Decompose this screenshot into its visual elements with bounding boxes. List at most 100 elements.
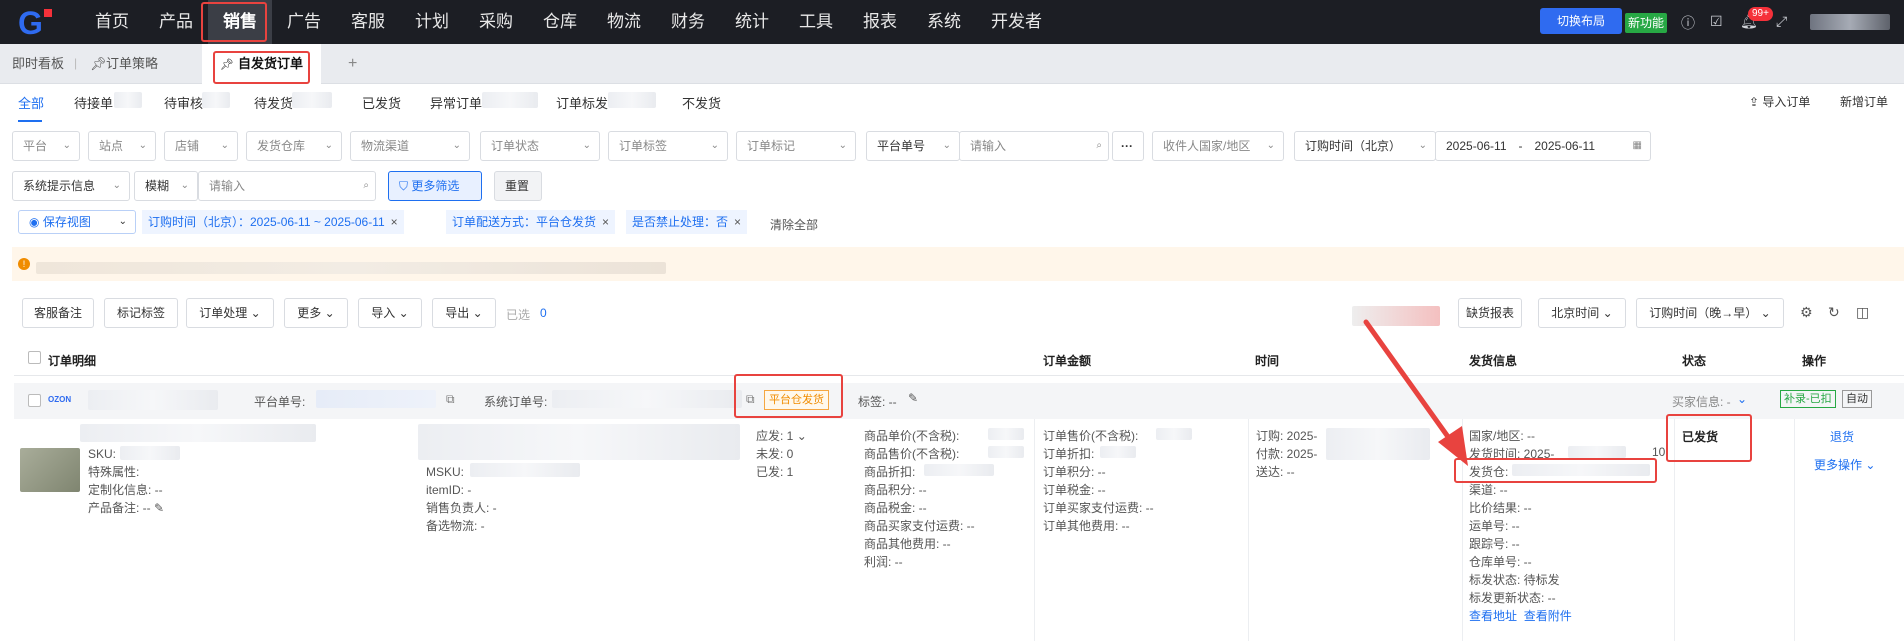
add-tab-button[interactable]: +: [348, 44, 357, 84]
reset-button[interactable]: 重置: [494, 171, 542, 201]
chevron-down-icon[interactable]: ⌄: [797, 429, 807, 443]
fuzzy-search-input[interactable]: 请输入 ⌕: [198, 171, 376, 201]
chip-forbidden[interactable]: 是否禁止处理：否 ×: [626, 210, 748, 234]
export-button[interactable]: 导出 ⌄: [432, 298, 496, 328]
refresh-icon[interactable]: ↻: [1828, 304, 1840, 321]
more-dots-icon[interactable]: ···: [1112, 131, 1144, 161]
mark-update-status: 标发更新状态: --: [1469, 591, 1556, 605]
mark-tag-button[interactable]: 标记标签: [104, 298, 178, 328]
product-image[interactable]: [20, 448, 80, 492]
app-logo[interactable]: G: [18, 6, 62, 38]
filter-receiver-country[interactable]: 收件人国家/地区 ⌄: [1152, 131, 1284, 161]
more-filter-button[interactable]: ⛉ 更多筛选: [388, 171, 482, 201]
save-view-label: 保存视图: [42, 215, 91, 229]
close-icon[interactable]: ×: [391, 215, 398, 229]
fullscreen-icon[interactable]: ⤢: [1776, 13, 1787, 30]
date-range-picker[interactable]: 2025-06-11-2025-06-11 ▦: [1435, 131, 1651, 161]
new-feature-button[interactable]: 新功能: [1625, 13, 1667, 33]
new-order-link[interactable]: 新增订单: [1840, 93, 1888, 110]
close-icon[interactable]: ×: [602, 215, 609, 229]
chevron-down-icon: ⌄: [452, 140, 461, 151]
sales-owner: 销售负责人: -: [426, 501, 497, 515]
task-icon[interactable]: ☑: [1710, 13, 1723, 30]
status-tab-no-ship[interactable]: 不发货: [682, 93, 721, 112]
search-icon[interactable]: ⌕: [363, 172, 369, 200]
filter-order-tag[interactable]: 订单标签 ⌄: [608, 131, 728, 161]
sort-select[interactable]: 订购时间（晚→早） ⌄: [1636, 298, 1784, 328]
status-tab-pending-accept[interactable]: 待接单: [74, 93, 113, 112]
filter-warehouse[interactable]: 发货仓库 ⌄: [246, 131, 342, 161]
filter-order-mark[interactable]: 订单标记 ⌄: [736, 131, 856, 161]
order-process-button[interactable]: 订单处理 ⌄: [186, 298, 274, 328]
nav-logistics[interactable]: 物流: [592, 0, 656, 44]
filter-logistics-label: 物流渠道: [361, 139, 410, 153]
clear-all-link[interactable]: 清除全部: [770, 216, 818, 233]
nav-developer[interactable]: 开发者: [976, 0, 1057, 44]
blurred-value: [988, 446, 1024, 458]
blurred-msku: [470, 463, 580, 477]
filter-logistics[interactable]: 物流渠道 ⌄: [350, 131, 470, 161]
highlight-status: [1666, 414, 1752, 462]
help-icon[interactable]: ⓘ: [1681, 13, 1695, 33]
service-note-button[interactable]: 客服备注: [22, 298, 94, 328]
nav-home[interactable]: 首页: [80, 0, 144, 44]
filter-site[interactable]: 站点 ⌄: [88, 131, 156, 161]
close-icon[interactable]: ×: [734, 215, 741, 229]
chevron-down-icon[interactable]: ⌄: [1737, 392, 1747, 406]
nav-products[interactable]: 产品: [144, 0, 208, 44]
chevron-down-icon: ⌄: [112, 180, 121, 191]
price-compare: 比价结果: --: [1469, 501, 1532, 515]
view-address-link[interactable]: 查看地址: [1469, 609, 1517, 623]
status-tab-exception[interactable]: 异常订单: [430, 93, 482, 112]
order-checkbox[interactable]: [28, 394, 41, 407]
auto-badge[interactable]: 自动: [1842, 390, 1872, 408]
copy-icon[interactable]: ⧉: [446, 392, 455, 407]
timezone-select[interactable]: 北京时间 ⌄: [1538, 298, 1626, 328]
status-tab-all[interactable]: 全部: [18, 93, 44, 112]
import-orders-link[interactable]: ⇪ 导入订单: [1749, 93, 1810, 110]
status-tab-pending-ship[interactable]: 待发货: [254, 93, 293, 112]
chevron-down-icon: ⌄: [1865, 458, 1876, 472]
nav-reports[interactable]: 报表: [848, 0, 912, 44]
nav-purchase[interactable]: 采购: [464, 0, 528, 44]
status-tab-marked[interactable]: 订单标发: [556, 93, 608, 112]
switch-layout-button[interactable]: 切换布局: [1540, 8, 1622, 34]
tab-dashboard[interactable]: 即时看板: [12, 44, 64, 84]
status-tab-pending-review[interactable]: 待审核: [164, 93, 203, 112]
filter-platform[interactable]: 平台 ⌄: [12, 131, 80, 161]
filter-shop[interactable]: 店铺 ⌄: [164, 131, 238, 161]
search-icon[interactable]: ⌕: [1096, 132, 1102, 160]
columns-icon[interactable]: ◫: [1856, 304, 1869, 321]
settings-icon[interactable]: ⚙: [1800, 304, 1813, 321]
view-attachment-link[interactable]: 查看附件: [1524, 609, 1572, 623]
more-actions-link[interactable]: 更多操作 ⌄: [1814, 456, 1875, 473]
filter-system-info[interactable]: 系统提示信息 ⌄: [12, 171, 130, 201]
nav-finance[interactable]: 财务: [656, 0, 720, 44]
nav-stats[interactable]: 统计: [720, 0, 784, 44]
chip-order-time[interactable]: 订购时间（北京）：2025-06-11 ~ 2025-06-11 ×: [142, 210, 404, 234]
more-button[interactable]: 更多 ⌄: [284, 298, 348, 328]
status-tab-shipped[interactable]: 已发货: [362, 93, 401, 112]
fill-deduct-badge[interactable]: 补录-已扣: [1780, 390, 1836, 408]
nav-system[interactable]: 系统: [912, 0, 976, 44]
platform-no-input[interactable]: 请输入 ⌕: [959, 131, 1109, 161]
nav-tools[interactable]: 工具: [784, 0, 848, 44]
nav-service[interactable]: 客服: [336, 0, 400, 44]
tab-order-strategy[interactable]: 订单策略: [106, 44, 158, 84]
filter-order-status[interactable]: 订单状态 ⌄: [480, 131, 600, 161]
save-view-button[interactable]: ◉ 保存视图 ⌄: [18, 210, 136, 234]
platform-no-select[interactable]: 平台单号 ⌄: [866, 131, 960, 161]
select-all-checkbox[interactable]: [28, 351, 41, 364]
edit-icon[interactable]: ✎: [154, 501, 164, 515]
nav-plan[interactable]: 计划: [400, 0, 464, 44]
import-button[interactable]: 导入 ⌄: [358, 298, 422, 328]
nav-warehouse[interactable]: 仓库: [528, 0, 592, 44]
filter-order-status-label: 订单状态: [491, 139, 540, 153]
user-avatar[interactable]: [1810, 14, 1890, 30]
edit-icon[interactable]: ✎: [908, 391, 918, 405]
order-time-select[interactable]: 订购时间（北京） ⌄: [1294, 131, 1436, 161]
chip-delivery-method[interactable]: 订单配送方式：平台仓发货 ×: [446, 210, 616, 234]
fuzzy-select[interactable]: 模糊 ⌄: [134, 171, 198, 201]
nav-ads[interactable]: 广告: [272, 0, 336, 44]
return-link[interactable]: 退货: [1830, 428, 1854, 445]
